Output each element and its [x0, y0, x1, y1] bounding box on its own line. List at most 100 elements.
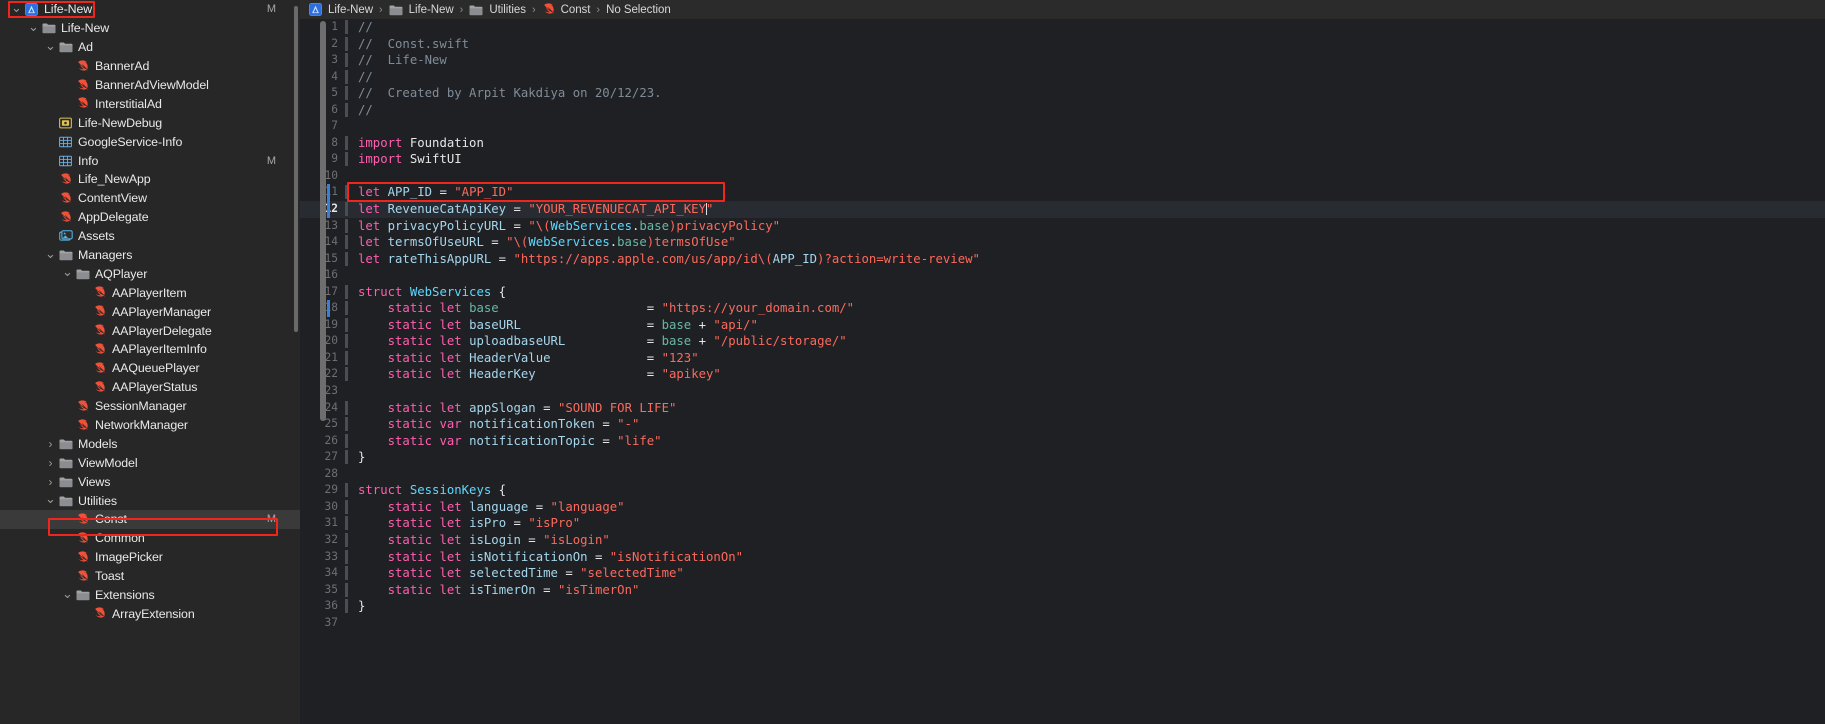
code-fold-ribbon[interactable] [345, 367, 348, 382]
code-fold-ribbon[interactable] [345, 549, 348, 564]
navigator-item-assets[interactable]: Assets [0, 227, 300, 246]
code-fold-ribbon[interactable] [345, 317, 348, 332]
code-line[interactable]: 14 let termsOfUseURL = "\(WebServices.bas… [300, 234, 1825, 251]
code-line[interactable]: 34 static let selectedTime = "selectedTi… [300, 565, 1825, 582]
navigator-scrollbar[interactable] [294, 6, 298, 332]
code-fold-ribbon[interactable] [345, 417, 348, 432]
chevron-down-icon[interactable]: ⌄ [44, 39, 57, 52]
chevron-down-icon[interactable]: ⌄ [44, 247, 57, 260]
code-line[interactable]: 19 static let baseURL = base + "api/" [300, 317, 1825, 334]
code-line[interactable]: 4 // [300, 69, 1825, 86]
code-line[interactable]: 29 struct SessionKeys { [300, 482, 1825, 499]
code-fold-ribbon[interactable] [345, 433, 348, 448]
code-line[interactable]: 22 static let HeaderKey = "apikey" [300, 366, 1825, 383]
code-fold-ribbon[interactable] [345, 185, 348, 200]
code-fold-ribbon[interactable] [345, 334, 348, 349]
code-fold-ribbon[interactable] [345, 301, 348, 316]
code-line[interactable]: 16 [300, 267, 1825, 284]
chevron-down-icon[interactable]: ⌄ [61, 587, 74, 600]
chevron-down-icon[interactable]: ⌄ [27, 20, 40, 33]
breadcrumb-item-const[interactable]: Const [542, 3, 590, 16]
project-navigator-list[interactable]: ⌄ Life-New M ⌄ Life-New ⌄ Ad BannerAd BannerAdVi… [0, 0, 300, 623]
code-fold-ribbon[interactable] [345, 284, 348, 299]
code-fold-ribbon[interactable] [345, 135, 348, 150]
code-line[interactable]: 32 static let isLogin = "isLogin" [300, 532, 1825, 549]
code-line[interactable]: 24 static let appSlogan = "SOUND FOR LIF… [300, 400, 1825, 417]
code-line[interactable]: 17 struct WebServices { [300, 284, 1825, 301]
code-line[interactable]: 27} [300, 449, 1825, 466]
navigator-item-life-new[interactable]: ⌄ Life-New M [0, 0, 300, 19]
navigator-item-life-newapp[interactable]: Life_NewApp [0, 170, 300, 189]
navigator-item-const[interactable]: Const M [0, 510, 300, 529]
code-line[interactable]: 26 static var notificationTopic = "life" [300, 433, 1825, 450]
code-fold-ribbon[interactable] [345, 450, 348, 465]
code-lines[interactable]: 1 // 2 // Const.swift 3 // Life-New 4 // 5 // Cre… [300, 19, 1825, 631]
code-fold-ribbon[interactable] [345, 251, 348, 266]
navigator-item-utilities[interactable]: ⌄ Utilities [0, 491, 300, 510]
code-fold-ribbon[interactable] [345, 53, 348, 68]
navigator-item-models[interactable]: › Models [0, 434, 300, 453]
code-line[interactable]: 6 // [300, 102, 1825, 119]
navigator-item-common[interactable]: Common [0, 529, 300, 548]
navigator-item-interstitialad[interactable]: InterstitialAd [0, 94, 300, 113]
code-line[interactable]: 36} [300, 598, 1825, 615]
code-fold-ribbon[interactable] [345, 400, 348, 415]
code-fold-ribbon[interactable] [345, 69, 348, 84]
navigator-item-aaplayermanager[interactable]: AAPlayerManager [0, 302, 300, 321]
navigator-item-viewmodel[interactable]: › ViewModel [0, 453, 300, 472]
chevron-right-icon[interactable]: › [44, 438, 57, 450]
code-line[interactable]: 7 [300, 118, 1825, 135]
navigator-item-ad[interactable]: ⌄ Ad [0, 38, 300, 57]
chevron-right-icon[interactable]: › [44, 457, 57, 469]
chevron-down-icon[interactable]: ⌄ [10, 1, 23, 14]
code-fold-ribbon[interactable] [345, 152, 348, 167]
code-fold-ribbon[interactable] [345, 36, 348, 51]
chevron-right-icon[interactable]: › [44, 476, 57, 488]
code-line[interactable]: 8 import Foundation [300, 135, 1825, 152]
code-line[interactable]: 33 static let isNotificationOn = "isNoti… [300, 549, 1825, 566]
code-fold-ribbon[interactable] [345, 532, 348, 547]
code-line[interactable]: 2 // Const.swift [300, 36, 1825, 53]
navigator-item-toast[interactable]: Toast [0, 567, 300, 586]
code-fold-ribbon[interactable] [345, 86, 348, 101]
navigator-item-bannerad[interactable]: BannerAd [0, 57, 300, 76]
navigator-item-aaqueueplayer[interactable]: AAQueuePlayer [0, 359, 300, 378]
code-line[interactable]: 15 let rateThisAppURL = "https://apps.app… [300, 251, 1825, 268]
chevron-down-icon[interactable]: ⌄ [44, 492, 57, 505]
breadcrumb-item-no-selection[interactable]: No Selection [606, 4, 671, 16]
jump-bar-breadcrumb[interactable]: Life-New › Life-New › Utilities › Const › No Sel… [300, 0, 1825, 19]
navigator-item-info[interactable]: Info M [0, 151, 300, 170]
navigator-item-aaplayerdelegate[interactable]: AAPlayerDelegate [0, 321, 300, 340]
code-line[interactable]: 1 // [300, 19, 1825, 36]
navigator-item-networkmanager[interactable]: NetworkManager [0, 416, 300, 435]
code-text-area[interactable]: 1 // 2 // Const.swift 3 // Life-New 4 // 5 // Cre… [300, 19, 1825, 724]
code-line[interactable]: 13 let privacyPolicyURL = "\(WebServices.… [300, 218, 1825, 235]
code-line[interactable]: 9 import SwiftUI [300, 151, 1825, 168]
navigator-item-views[interactable]: › Views [0, 472, 300, 491]
code-line[interactable]: 20 static let uploadbaseURL = base + "/p… [300, 333, 1825, 350]
code-line[interactable]: 37 [300, 615, 1825, 632]
navigator-item-aaplayeritem[interactable]: AAPlayerItem [0, 283, 300, 302]
code-line[interactable]: 28 [300, 466, 1825, 483]
code-fold-ribbon[interactable] [345, 516, 348, 531]
breadcrumb-item-life-new[interactable]: Life-New [309, 3, 373, 16]
breadcrumb-item-life-new[interactable]: Life-New [389, 4, 454, 16]
navigator-item-banneradviewmodel[interactable]: BannerAdViewModel [0, 76, 300, 95]
navigator-item-imagepicker[interactable]: ImagePicker [0, 548, 300, 567]
source-editor[interactable]: Life-New › Life-New › Utilities › Const › No Sel… [300, 0, 1825, 724]
code-line[interactable]: 35 static let isTimerOn = "isTimerOn" [300, 582, 1825, 599]
breadcrumb-item-utilities[interactable]: Utilities [469, 4, 526, 16]
code-fold-ribbon[interactable] [345, 499, 348, 514]
navigator-item-arrayextension[interactable]: ArrayExtension [0, 605, 300, 624]
code-fold-ribbon[interactable] [345, 20, 348, 34]
code-line[interactable]: 31 static let isPro = "isPro" [300, 515, 1825, 532]
code-line[interactable]: 5 // Created by Arpit Kakdiya on 20/12/23… [300, 85, 1825, 102]
chevron-down-icon[interactable]: ⌄ [61, 265, 74, 278]
code-line[interactable]: 11 let APP_ID = "APP_ID" [300, 184, 1825, 202]
code-line[interactable]: 23 [300, 383, 1825, 400]
code-fold-ribbon[interactable] [345, 566, 348, 581]
navigator-item-life-newdebug[interactable]: Life-NewDebug [0, 113, 300, 132]
code-line[interactable]: 21 static let HeaderValue = "123" [300, 350, 1825, 367]
navigator-item-managers[interactable]: ⌄ Managers [0, 246, 300, 265]
code-fold-ribbon[interactable] [345, 599, 348, 614]
